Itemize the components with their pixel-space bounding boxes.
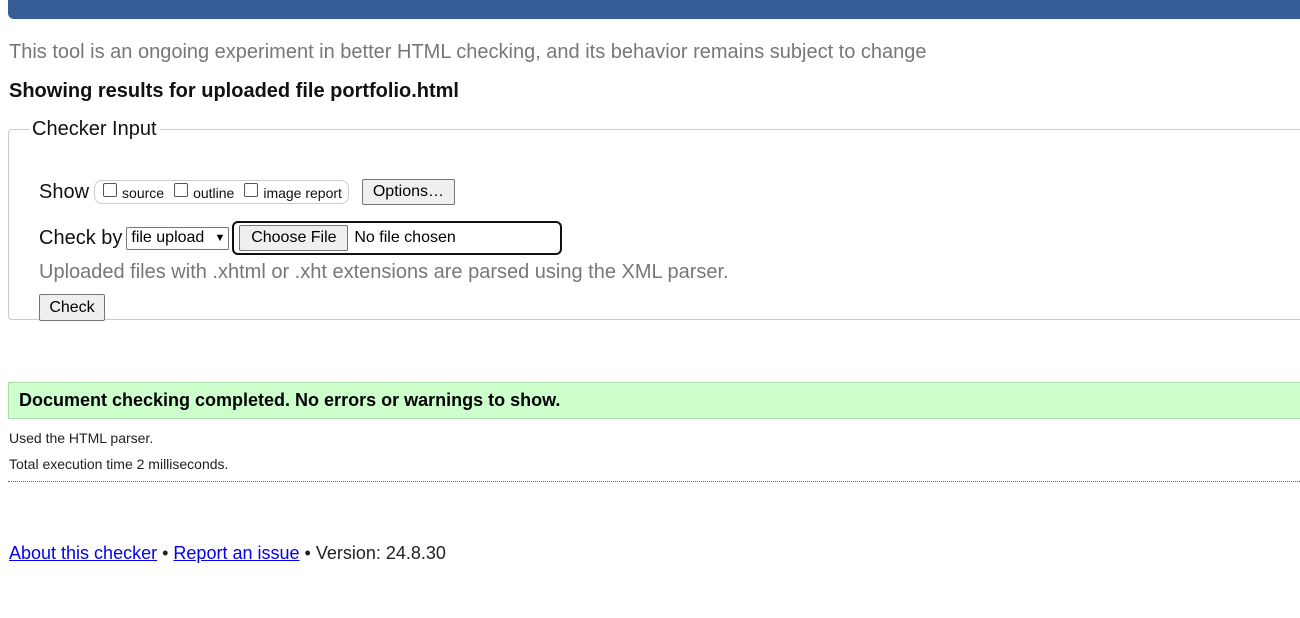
image-report-option-label: image report	[263, 185, 342, 201]
success-message: Document checking completed. No errors o…	[8, 382, 1300, 419]
show-outline-option[interactable]: outline	[174, 183, 235, 201]
file-input[interactable]: Choose File No file chosen	[232, 221, 563, 255]
show-options-group: source outline image report	[94, 180, 349, 204]
file-status-text: No file chosen	[354, 229, 456, 246]
outline-option-label: outline	[193, 185, 235, 201]
about-checker-link[interactable]: About this checker	[9, 543, 157, 563]
check-by-select[interactable]: file upload ▼	[126, 226, 230, 250]
choose-file-button[interactable]: Choose File	[239, 225, 349, 251]
source-checkbox[interactable]	[103, 183, 118, 197]
footer-separator-2: •	[304, 543, 311, 563]
show-image-report-option[interactable]: image report	[244, 183, 342, 201]
show-row: Show source outline image report Options…	[39, 179, 455, 205]
check-by-selected-value: file upload	[131, 229, 205, 246]
check-button-row: Check	[39, 294, 105, 321]
check-by-row: Check by file upload ▼ Choose File No fi…	[39, 221, 563, 255]
check-by-label: Check by	[39, 226, 123, 249]
outline-checkbox[interactable]	[174, 183, 189, 197]
footer-separator-1: •	[162, 543, 169, 563]
results-heading: Showing results for uploaded file portfo…	[9, 80, 459, 102]
parser-info: Used the HTML parser.	[9, 430, 154, 446]
chevron-down-icon: ▼	[214, 232, 226, 244]
image-report-checkbox[interactable]	[244, 183, 259, 197]
report-issue-link[interactable]: Report an issue	[173, 543, 299, 563]
checker-input-legend: Checker Input	[32, 118, 157, 140]
show-label: Show	[39, 180, 90, 203]
source-option-label: source	[122, 185, 165, 201]
top-banner	[8, 0, 1300, 19]
divider	[8, 481, 1300, 482]
options-button[interactable]: Options…	[361, 179, 455, 205]
version-text: Version: 24.8.30	[315, 543, 446, 563]
parser-note-row: Uploaded files with .xhtml or .xht exten…	[39, 261, 729, 284]
check-button[interactable]: Check	[39, 294, 105, 321]
execution-time-info: Total execution time 2 milliseconds.	[9, 456, 229, 472]
intro-text: This tool is an ongoing experiment in be…	[9, 41, 927, 63]
checker-input-fieldset: Checker Input Show source outline image …	[8, 118, 1300, 321]
parser-note: Uploaded files with .xhtml or .xht exten…	[39, 261, 729, 283]
show-source-option[interactable]: source	[103, 183, 165, 201]
footer: About this checker • Report an issue • V…	[9, 543, 446, 564]
